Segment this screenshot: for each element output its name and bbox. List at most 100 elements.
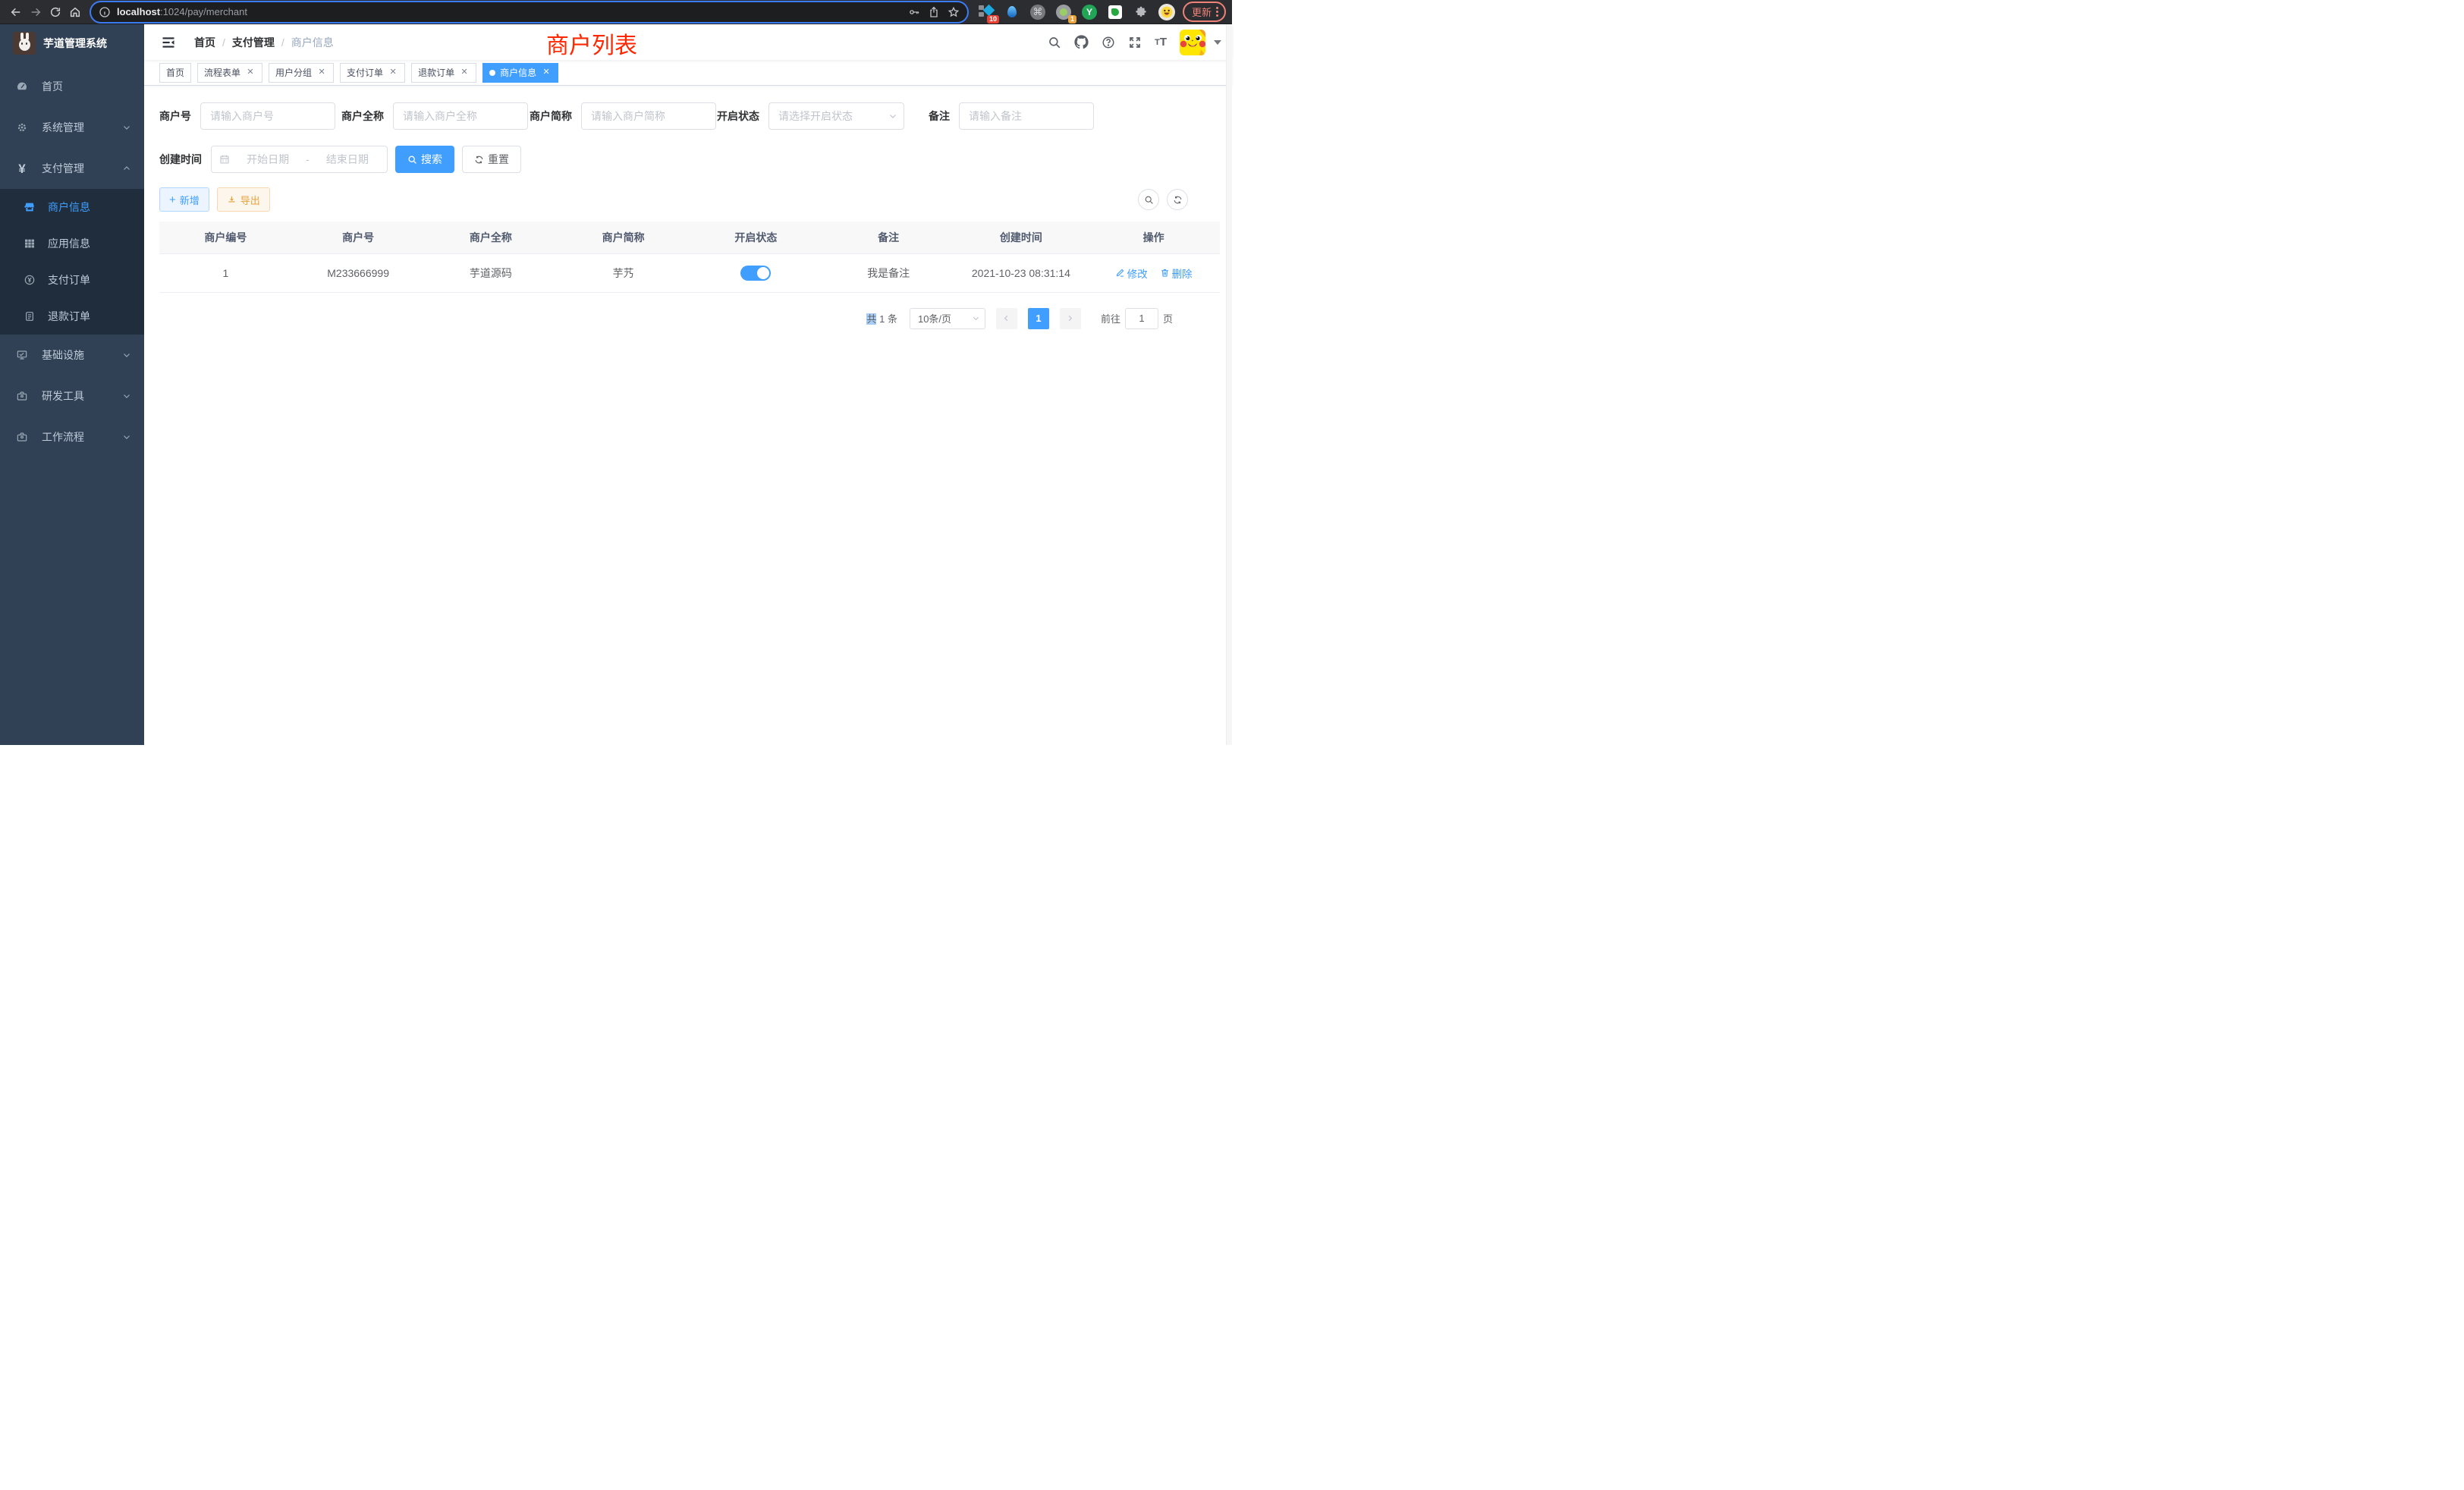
edit-label: 修改 (1127, 266, 1148, 281)
page-1-button[interactable]: 1 (1028, 308, 1049, 329)
sidebar-logo[interactable]: 芋道管理系统 (0, 24, 144, 62)
sidebar-item-label: 研发工具 (42, 388, 122, 404)
browser-back-icon[interactable] (6, 2, 26, 22)
page-scrollbar[interactable] (1226, 24, 1232, 745)
github-icon[interactable] (1074, 35, 1089, 49)
short-name-input[interactable] (581, 102, 716, 130)
reset-button[interactable]: 重置 (462, 146, 521, 173)
download-icon (227, 195, 237, 205)
goto-unit: 页 (1163, 311, 1173, 325)
sidebar-item-workflow[interactable]: 工作流程 (0, 417, 144, 457)
col-short-name: 商户简称 (557, 222, 690, 253)
ext-recorder-icon[interactable]: 1 (1055, 4, 1072, 20)
sidebar-item-pay[interactable]: ¥ 支付管理 (0, 148, 144, 189)
password-key-icon[interactable] (908, 6, 920, 18)
prev-page-button[interactable] (996, 308, 1017, 329)
sidebar-item-merchant-info[interactable]: 商户信息 (0, 189, 144, 225)
sidebar-item-refund-order[interactable]: 退款订单 (0, 298, 144, 335)
full-name-input[interactable] (393, 102, 528, 130)
merchant-no-label: 商户号 (159, 108, 200, 124)
status-label: 开启状态 (717, 108, 768, 124)
user-avatar[interactable] (1180, 30, 1205, 55)
extensions-puzzle-icon[interactable] (1133, 4, 1149, 20)
close-icon[interactable]: ✕ (459, 68, 470, 78)
merchant-no-input[interactable] (200, 102, 335, 130)
help-icon[interactable] (1102, 36, 1115, 49)
sidebar-item-dev-tools[interactable]: 研发工具 (0, 376, 144, 417)
search-icon (1144, 195, 1154, 205)
font-size-icon[interactable]: TT (1155, 36, 1167, 49)
sidebar-item-pay-order[interactable]: 支付订单 (0, 262, 144, 298)
caret-down-icon[interactable] (1214, 40, 1221, 45)
sidebar-item-infra[interactable]: 基础设施 (0, 335, 144, 376)
sidebar-item-label: 支付订单 (48, 272, 90, 288)
date-range-picker[interactable]: 开始日期 - 结束日期 (211, 146, 388, 173)
breadcrumb-home[interactable]: 首页 (194, 35, 215, 50)
sidebar-item-label: 基础设施 (42, 347, 122, 363)
document-icon (21, 310, 38, 322)
add-button[interactable]: + 新增 (159, 187, 209, 212)
close-icon[interactable]: ✕ (316, 68, 327, 78)
tab-home[interactable]: 首页 (159, 63, 191, 83)
close-icon[interactable]: ✕ (245, 68, 256, 78)
close-icon[interactable]: ✕ (388, 68, 398, 78)
sidebar: 芋道管理系统 首页 系统管理 ¥ 支付管理 (0, 24, 144, 745)
pencil-icon (1115, 268, 1125, 278)
page-jumper: 前往 页 (1101, 308, 1173, 329)
tab-merchant-info[interactable]: 商户信息✕ (482, 63, 558, 83)
show-search-button[interactable] (1138, 189, 1159, 210)
remark-input[interactable] (959, 102, 1094, 130)
chevron-down-icon (122, 350, 131, 360)
ext-command-icon[interactable]: ⌘ (1029, 4, 1046, 20)
reset-button-label: 重置 (488, 152, 509, 167)
sidebar-item-home[interactable]: 首页 (0, 66, 144, 107)
status-toggle[interactable] (740, 266, 771, 281)
sidebar-item-app-info[interactable]: 应用信息 (0, 225, 144, 262)
col-create-time: 创建时间 (955, 222, 1088, 253)
col-remark: 备注 (822, 222, 955, 253)
navbar-actions: TT (1048, 30, 1221, 55)
site-info-icon[interactable] (99, 6, 111, 18)
address-bar[interactable]: localhost:1024/pay/merchant (91, 2, 967, 22)
tab-process-form[interactable]: 流程表单✕ (197, 63, 262, 83)
sidebar-menu: 首页 系统管理 ¥ 支付管理 (0, 62, 144, 745)
edit-button[interactable]: 修改 (1115, 266, 1148, 281)
search-button[interactable]: 搜索 (395, 146, 454, 173)
fullscreen-icon[interactable] (1128, 36, 1142, 49)
browser-home-icon[interactable] (65, 2, 85, 22)
tab-refund-order[interactable]: 退款订单✕ (411, 63, 476, 83)
next-page-button[interactable] (1060, 308, 1081, 329)
profile-avatar-icon[interactable] (1158, 4, 1175, 20)
col-full-name: 商户全称 (425, 222, 558, 253)
status-select[interactable]: 请选择开启状态 (768, 102, 904, 130)
browser-reload-icon[interactable] (46, 2, 65, 22)
page-size-select[interactable]: 10条/页 (910, 308, 985, 329)
tab-pay-order[interactable]: 支付订单✕ (340, 63, 405, 83)
update-button[interactable]: 更新 (1183, 2, 1226, 22)
goto-page-input[interactable] (1125, 308, 1158, 329)
export-button[interactable]: 导出 (217, 187, 270, 212)
ext-balloon-icon[interactable] (1004, 4, 1020, 20)
close-icon[interactable]: ✕ (541, 68, 552, 78)
delete-button[interactable]: 删除 (1160, 266, 1193, 281)
share-icon[interactable] (928, 6, 940, 18)
ext-y-icon[interactable]: Y (1081, 4, 1098, 20)
refresh-icon (474, 155, 484, 165)
add-button-label: 新增 (180, 193, 200, 207)
browser-chrome: localhost:1024/pay/merchant 10 ⌘ 1 Y (0, 0, 1232, 24)
search-icon[interactable] (1048, 36, 1061, 49)
ext-chat-icon[interactable] (1107, 4, 1124, 20)
browser-menu-icon[interactable] (1216, 7, 1218, 17)
sidebar-item-label: 工作流程 (42, 429, 122, 445)
browser-forward-icon[interactable] (26, 2, 46, 22)
goto-label: 前往 (1101, 311, 1120, 325)
sidebar-item-system[interactable]: 系统管理 (0, 107, 144, 148)
bookmark-star-icon[interactable] (948, 6, 960, 18)
breadcrumb-pay[interactable]: 支付管理 (232, 35, 275, 50)
tab-user-group[interactable]: 用户分组✕ (269, 63, 334, 83)
hamburger-icon[interactable] (155, 35, 182, 50)
yen-circle-icon (21, 274, 38, 286)
url-text: localhost:1024/pay/merchant (117, 6, 900, 17)
ext-tasks-icon[interactable]: 10 (978, 4, 995, 20)
refresh-table-button[interactable] (1167, 189, 1188, 210)
